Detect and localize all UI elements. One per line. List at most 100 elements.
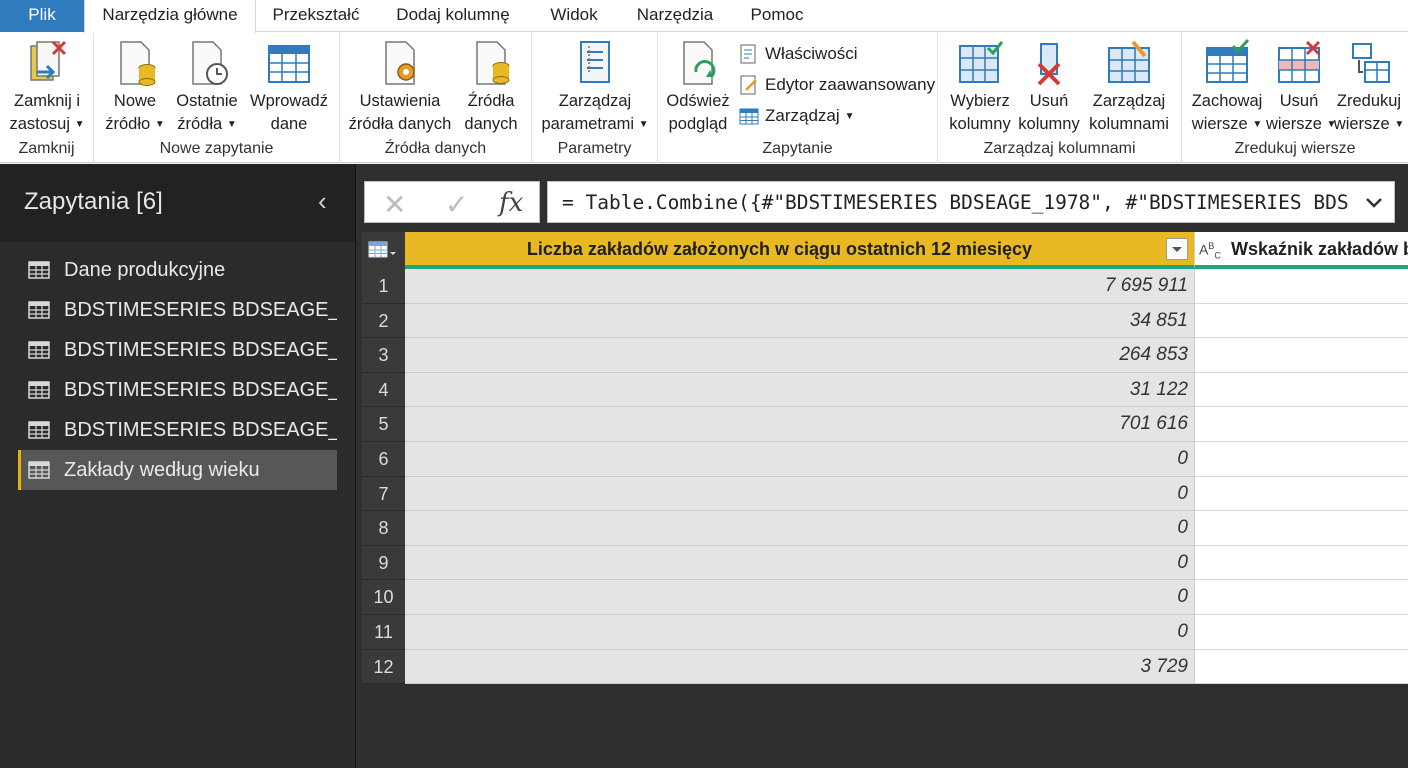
table-cell[interactable]: 31 122 — [405, 372, 1194, 408]
new-source-button[interactable]: Nowe źródło ▼ — [100, 38, 170, 135]
choose-columns-button[interactable]: Wybierz kolumny — [944, 38, 1016, 134]
row-number[interactable]: 1 — [362, 269, 405, 304]
data-sources-button[interactable]: Źródła danych — [458, 38, 524, 134]
remove-columns-icon — [1037, 43, 1061, 86]
query-item[interactable]: BDSTIMESERIES BDSEAGE_1... — [18, 410, 337, 450]
advanced-editor-button[interactable]: Edytor zaawansowany — [738, 71, 935, 99]
formula-bar[interactable]: = Table.Combine({#"BDSTIMESERIES BDSEAGE… — [547, 181, 1395, 223]
cancel-formula-icon[interactable]: ✕ — [383, 188, 406, 221]
row-number[interactable]: 2 — [362, 303, 405, 339]
table-row[interactable]: 80 — [362, 511, 1408, 546]
table-cell[interactable] — [1194, 511, 1408, 546]
table-cell[interactable] — [1194, 580, 1408, 615]
table-cell[interactable]: 0 — [405, 545, 1194, 581]
tab-help[interactable]: Pomoc — [738, 0, 816, 32]
table-row[interactable]: 11 0 — [362, 615, 1408, 650]
table-row[interactable]: 4 31 122 — [362, 372, 1408, 408]
enter-data-button[interactable]: Wprowadź dane — [246, 38, 332, 134]
query-item[interactable]: Dane produkcyjne — [18, 250, 337, 290]
column-filter-button[interactable] — [1166, 238, 1188, 260]
column-header-establishments-founded[interactable]: Liczba zakładów założonych w ciągu ostat… — [405, 232, 1194, 269]
table-row[interactable]: 3 264 853 — [362, 338, 1408, 373]
close-apply-button[interactable]: Zamknij i zastosuj ▼ — [4, 38, 90, 135]
table-cell[interactable]: 264 853 — [405, 338, 1194, 373]
properties-button[interactable]: Właściwości — [738, 40, 858, 68]
table-cell[interactable] — [1194, 372, 1408, 408]
table-icon — [28, 341, 50, 359]
remove-rows-label-1: Usuń — [1279, 92, 1319, 110]
table-cell[interactable] — [1194, 649, 1408, 685]
table-row[interactable]: 90 — [362, 545, 1408, 581]
queries-header: Zapytania [6] ‹ — [0, 164, 355, 242]
row-number[interactable]: 7 — [362, 476, 405, 512]
table-cell[interactable] — [1194, 476, 1408, 512]
dropdown-arrow-icon: ▼ — [1252, 119, 1263, 130]
table-cell[interactable] — [1194, 269, 1408, 304]
keep-rows-button[interactable]: Zachowaj wiersze ▼ — [1186, 38, 1268, 135]
tab-file[interactable]: Plik — [0, 0, 84, 32]
reduce-rows-label-1: Zredukuj — [1336, 92, 1402, 110]
tab-tools[interactable]: Narzędzia — [626, 0, 724, 32]
row-number[interactable]: 12 — [362, 649, 405, 685]
tab-transform[interactable]: Przekształć — [262, 0, 370, 32]
row-number[interactable]: 6 — [362, 442, 405, 477]
table-cell[interactable] — [1194, 615, 1408, 650]
table-cell[interactable]: 0 — [405, 476, 1194, 512]
table-cell[interactable]: 0 — [405, 442, 1194, 477]
new-source-icon — [120, 41, 156, 86]
row-number[interactable]: 5 — [362, 407, 405, 442]
table-cell[interactable]: 7 695 911 — [405, 269, 1194, 304]
row-number[interactable]: 3 — [362, 338, 405, 373]
table-cell[interactable]: 0 — [405, 580, 1194, 615]
table-cell[interactable] — [1194, 303, 1408, 339]
confirm-formula-icon[interactable]: ✓ — [445, 188, 468, 221]
table-row[interactable]: 17 695 911 — [362, 269, 1408, 304]
row-number[interactable]: 4 — [362, 372, 405, 408]
table-cell[interactable] — [1194, 338, 1408, 373]
formula-text[interactable]: = Table.Combine({#"BDSTIMESERIES BDSEAGE… — [562, 191, 1352, 214]
row-number[interactable]: 9 — [362, 545, 405, 581]
fx-icon[interactable]: fx — [499, 188, 523, 218]
data-source-settings-label-1: Ustawienia — [359, 92, 441, 110]
query-item[interactable]: BDSTIMESERIES BDSEAGE_1... — [18, 370, 337, 410]
table-row[interactable]: 70 — [362, 476, 1408, 512]
table-cell[interactable] — [1194, 407, 1408, 442]
manage-query-button[interactable]: Zarządzaj ▼ — [738, 102, 855, 130]
expand-formula-chevron-down-icon[interactable] — [1364, 192, 1384, 212]
table-cell[interactable]: 34 851 — [405, 303, 1194, 339]
manage-parameters-button[interactable]: Zarządzaj parametrami ▼ — [538, 38, 652, 135]
table-row[interactable]: 5 701 616 — [362, 407, 1408, 442]
table-cell[interactable]: 701 616 — [405, 407, 1194, 442]
text-type-icon[interactable]: ABC — [1199, 241, 1221, 260]
table-cell[interactable]: 0 — [405, 511, 1194, 546]
tab-add-column[interactable]: Dodaj kolumnę — [384, 0, 522, 32]
column-header-rate[interactable]: ABC Wskaźnik zakładów b — [1194, 232, 1408, 269]
collapse-pane-chevron-icon[interactable]: ‹ — [318, 186, 327, 217]
query-item[interactable]: BDSTIMESERIES BDSEAGE_1... — [18, 330, 337, 370]
query-item[interactable]: BDSTIMESERIES BDSEAGE_1... — [18, 290, 337, 330]
tab-view[interactable]: Widok — [536, 0, 612, 32]
table-row[interactable]: 10 0 — [362, 580, 1408, 615]
manage-query-label: Zarządzaj — [765, 106, 840, 125]
table-cell[interactable]: 3 729 — [405, 649, 1194, 685]
remove-columns-button[interactable]: Usuń kolumny — [1016, 38, 1082, 134]
reduce-rows-button[interactable]: Zredukuj wiersze ▼ — [1332, 38, 1406, 135]
refresh-preview-button[interactable]: Odśwież podgląd — [662, 38, 734, 134]
remove-rows-button[interactable]: Usuń wiersze ▼ — [1266, 38, 1336, 135]
tab-home[interactable]: Narzędzia główne — [84, 0, 256, 33]
table-cell[interactable] — [1194, 545, 1408, 581]
recent-sources-button[interactable]: Ostatnie źródła ▼ — [172, 38, 242, 135]
query-item[interactable]: Zakłady według wieku — [18, 450, 337, 490]
table-row[interactable]: 12 3 729 — [362, 649, 1408, 685]
table-menu-button[interactable] — [362, 232, 405, 269]
manage-parameters-label-2: parametrami — [541, 115, 635, 133]
row-number[interactable]: 10 — [362, 580, 405, 615]
data-source-settings-button[interactable]: Ustawienia źródła danych — [346, 38, 454, 134]
table-row[interactable]: 60 — [362, 442, 1408, 477]
row-number[interactable]: 8 — [362, 511, 405, 546]
table-cell[interactable]: 0 — [405, 615, 1194, 650]
row-number[interactable]: 11 — [362, 615, 405, 650]
table-row[interactable]: 2 34 851 — [362, 303, 1408, 339]
table-cell[interactable] — [1194, 442, 1408, 477]
manage-columns-button[interactable]: Zarządzaj kolumnami — [1084, 38, 1174, 134]
